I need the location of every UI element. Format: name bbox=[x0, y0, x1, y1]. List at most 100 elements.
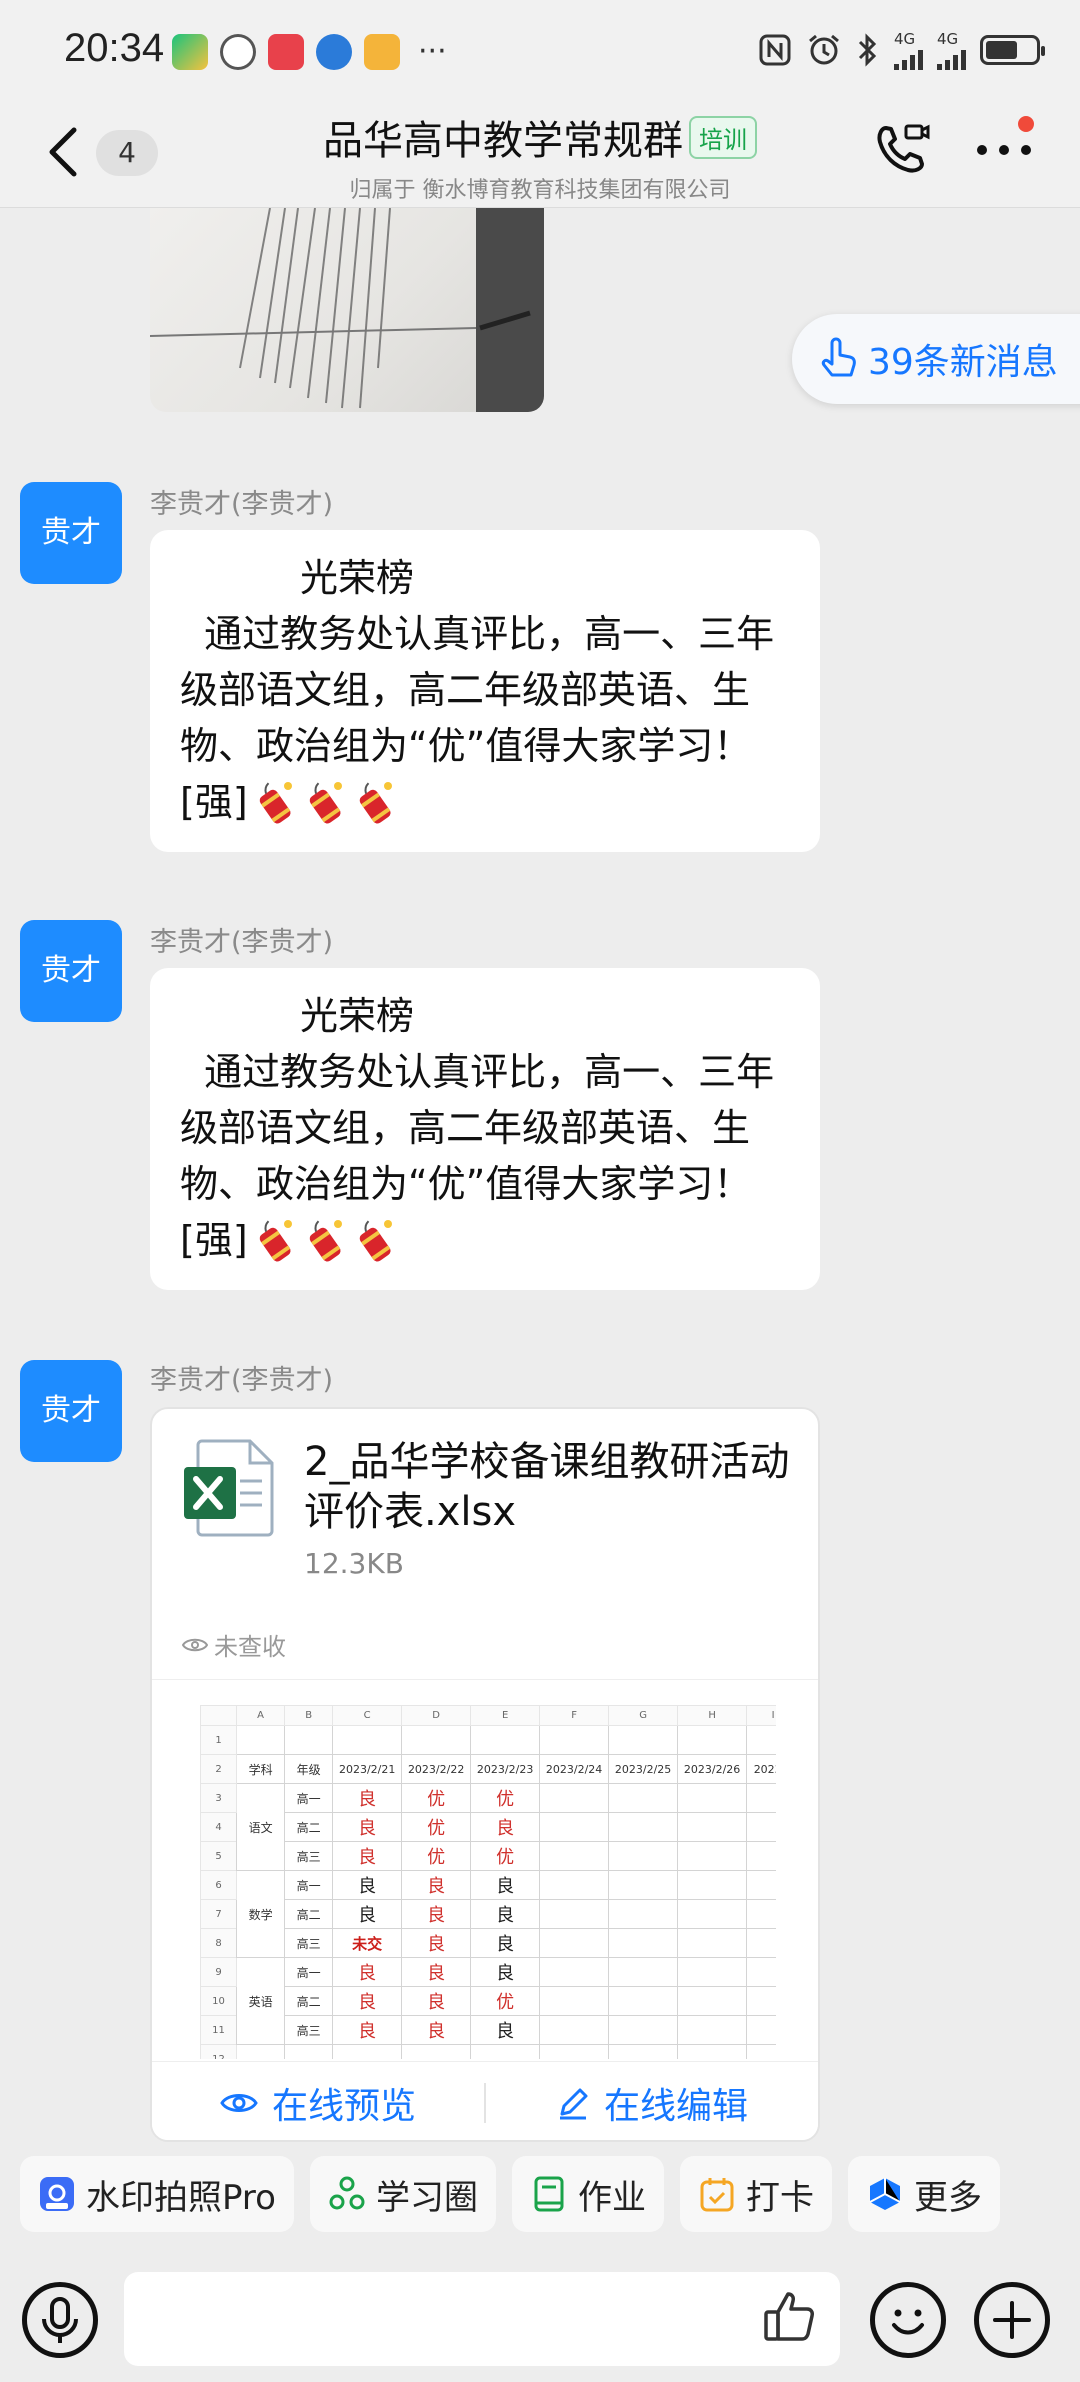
video-call-button[interactable] bbox=[872, 120, 932, 180]
cell bbox=[284, 2044, 334, 2059]
view-status-label: 未查收 bbox=[214, 1633, 286, 1661]
message-bubble[interactable]: 光荣榜 通过教务处认真评比，高一、三年级部语文组，高二年级部英语、生物、政治组为… bbox=[150, 968, 820, 1290]
grade-value-cell: 良 bbox=[332, 1899, 403, 1929]
date-header-cell: 2023/2/23 bbox=[470, 1754, 541, 1784]
cell bbox=[746, 1957, 776, 1987]
avatar[interactable]: 贵才 bbox=[20, 1360, 122, 1462]
emoji-button[interactable] bbox=[870, 2282, 946, 2358]
row-number: 6 bbox=[200, 1870, 238, 1900]
row-number: 8 bbox=[200, 1928, 238, 1958]
status-bar: 20:34 ··· 4G 4G bbox=[0, 0, 1080, 100]
spreadsheet-preview[interactable]: A B C D E F G H I 1 2 学科 年级 2023/2/21 2023/2/22 2023/2/… bbox=[200, 1705, 776, 2059]
new-messages-label: 39条新消息 bbox=[868, 342, 1058, 383]
column-letter: C bbox=[332, 1705, 403, 1726]
grade-value-cell: 优 bbox=[470, 1841, 541, 1871]
message-bubble[interactable]: 光荣榜 通过教务处认真评比，高一、三年级部语文组，高二年级部英语、生物、政治组为… bbox=[150, 530, 820, 852]
cell bbox=[746, 1725, 776, 1755]
grade-value-cell: 良 bbox=[401, 1986, 472, 2016]
grade-value-cell: 良 bbox=[401, 1899, 472, 1929]
grade-cell: 高三 bbox=[284, 2015, 334, 2045]
avatar[interactable]: 贵才 bbox=[20, 482, 122, 584]
file-name: 2_品华学校备课组教研活动评价表.xlsx bbox=[304, 1439, 790, 1535]
add-button[interactable] bbox=[974, 2282, 1050, 2358]
row-number: 7 bbox=[200, 1899, 238, 1929]
message-title: 光荣榜 bbox=[300, 556, 415, 600]
row-number: 1 bbox=[200, 1725, 238, 1755]
cell bbox=[539, 2044, 610, 2059]
grade-value-cell: 优 bbox=[401, 1841, 472, 1871]
cell bbox=[677, 2044, 748, 2059]
grade-value-cell: 良 bbox=[332, 1986, 403, 2016]
date-header-cell: 2023/2/25 bbox=[608, 1754, 679, 1784]
firecracker-emoji bbox=[248, 1218, 298, 1262]
firecracker-emoji bbox=[298, 1218, 348, 1262]
date-header-cell: 2023/2/26 bbox=[677, 1754, 748, 1784]
cell bbox=[677, 1986, 748, 2016]
cell bbox=[677, 1783, 748, 1813]
voice-button[interactable] bbox=[22, 2282, 98, 2358]
tool-homework[interactable]: 作业 bbox=[511, 2156, 664, 2232]
sender-name: 李贵才(李贵才) bbox=[150, 489, 334, 520]
red-app-icon bbox=[268, 34, 304, 70]
cell bbox=[608, 1841, 679, 1871]
avatar[interactable]: 贵才 bbox=[20, 920, 122, 1022]
grade-value-cell: 优 bbox=[470, 1783, 541, 1813]
cell bbox=[746, 1841, 776, 1871]
cell bbox=[677, 1870, 748, 1900]
header-cell: 年级 bbox=[284, 1754, 334, 1784]
grade-value-cell: 良 bbox=[332, 1870, 403, 1900]
grade-cell: 高一 bbox=[284, 1783, 334, 1813]
more-notifications-icon: ··· bbox=[418, 34, 447, 69]
cell bbox=[608, 2015, 679, 2045]
cell bbox=[746, 1870, 776, 1900]
file-card[interactable]: 2_品华学校备课组教研活动评价表.xlsx 12.3KB 未查收 ABCDEFG… bbox=[150, 1407, 820, 2142]
row-number: 3 bbox=[200, 1783, 238, 1813]
cell bbox=[539, 1812, 610, 1842]
status-right: 4G 4G bbox=[758, 30, 1045, 70]
cell bbox=[539, 1725, 610, 1755]
sender-name: 李贵才(李贵才) bbox=[150, 927, 334, 958]
notification-icons: ··· bbox=[172, 34, 447, 70]
input-bar bbox=[0, 2256, 1080, 2382]
cell bbox=[608, 2044, 679, 2059]
date-header-cell: 2023/2/22 bbox=[401, 1754, 472, 1784]
corner-cell bbox=[200, 1705, 238, 1726]
nfc-icon bbox=[759, 34, 791, 66]
tool-study-circle[interactable]: 学习圈 bbox=[309, 2156, 496, 2232]
firecracker-emoji bbox=[248, 780, 298, 824]
grade-value-cell: 良 bbox=[470, 1812, 541, 1842]
cell bbox=[677, 1928, 748, 1958]
header-cell: 学科 bbox=[236, 1754, 286, 1784]
message-input[interactable] bbox=[124, 2272, 840, 2366]
row-number: 11 bbox=[200, 2015, 238, 2045]
cell bbox=[236, 1725, 286, 1755]
tool-more[interactable]: 更多 bbox=[847, 2156, 1000, 2232]
cell bbox=[677, 2015, 748, 2045]
new-messages-button[interactable]: 39条新消息 bbox=[792, 314, 1080, 404]
bluetooth-icon bbox=[858, 33, 877, 67]
cell bbox=[608, 1986, 679, 2016]
more-options-button[interactable] bbox=[974, 130, 1034, 170]
firecracker-emoji bbox=[348, 1218, 398, 1262]
tool-watermark-camera[interactable]: 水印拍照Pro bbox=[20, 2156, 294, 2232]
message-body: 通过教务处认真评比，高一、三年级部语文组，高二年级部英语、生物、政治组为“优”值… bbox=[180, 612, 775, 824]
image-message[interactable] bbox=[150, 208, 544, 412]
online-preview-button[interactable]: 在线预览 bbox=[152, 2077, 484, 2129]
eye-icon bbox=[182, 1638, 208, 1651]
row-number: 5 bbox=[200, 1841, 238, 1871]
online-edit-button[interactable]: 在线编辑 bbox=[486, 2077, 818, 2129]
divider bbox=[152, 1679, 818, 1680]
grade-value-cell: 良 bbox=[332, 2015, 403, 2045]
thumbs-up-button[interactable] bbox=[760, 2286, 820, 2346]
file-size: 12.3KB bbox=[304, 1547, 404, 1580]
tool-check-in[interactable]: 打卡 bbox=[679, 2156, 832, 2232]
cell bbox=[608, 1928, 679, 1958]
chat-title: 品华高中教学常规群 bbox=[323, 118, 683, 164]
firecracker-emoji bbox=[298, 780, 348, 824]
quick-tools-bar: 水印拍照Pro 学习圈 作业 打卡 更多 bbox=[0, 2148, 1080, 2256]
grade-cell: 高一 bbox=[284, 1957, 334, 1987]
cell bbox=[608, 1725, 679, 1755]
cell bbox=[284, 1725, 334, 1755]
chat-header: 4 品华高中教学常规群 培训 归属于 衡水博育教育科技集团有限公司 bbox=[0, 100, 1080, 208]
grade-value-cell: 良 bbox=[401, 1957, 472, 1987]
